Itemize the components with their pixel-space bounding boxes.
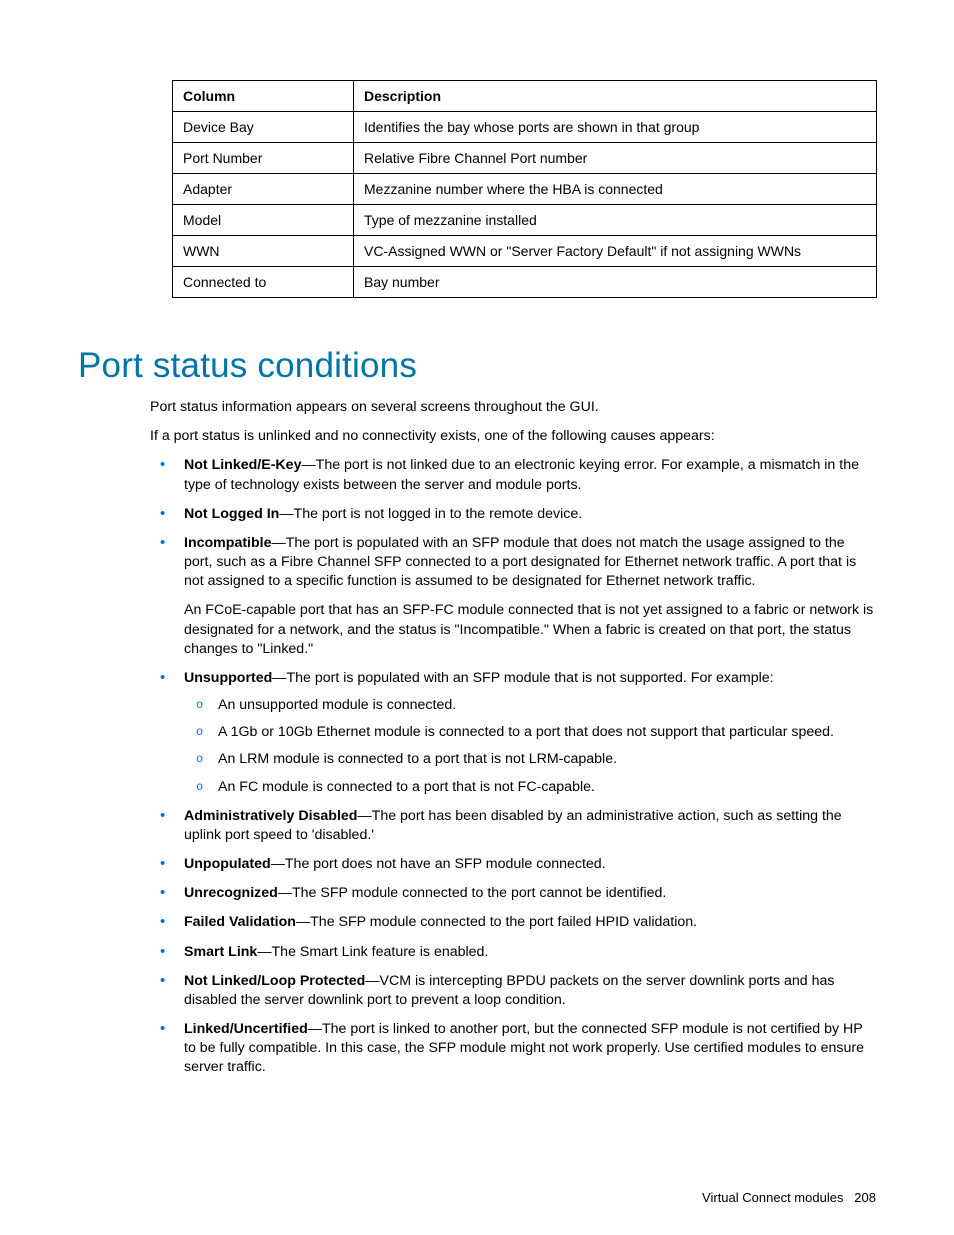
status-text: —The port is populated with an SFP modul… (184, 535, 856, 589)
table-cell: Port Number (173, 143, 354, 174)
status-text: —The SFP module connected to the port fa… (296, 914, 697, 930)
list-item: Not Linked/Loop Protected—VCM is interce… (150, 972, 876, 1010)
list-item: Incompatible—The port is populated with … (150, 534, 876, 659)
list-item: Smart Link—The Smart Link feature is ena… (150, 943, 876, 962)
table-cell: Connected to (173, 267, 354, 298)
sublist-item: An LRM module is connected to a port tha… (184, 750, 876, 769)
footer-page-number: 208 (854, 1190, 876, 1205)
table-cell: Adapter (173, 174, 354, 205)
table-row: WWN VC-Assigned WWN or "Server Factory D… (173, 236, 877, 267)
intro-paragraph-1: Port status information appears on sever… (150, 398, 876, 417)
list-item: Linked/Uncertified—The port is linked to… (150, 1020, 876, 1078)
unsupported-sublist: An unsupported module is connected. A 1G… (184, 696, 876, 797)
table-cell: Mezzanine number where the HBA is connec… (354, 174, 877, 205)
table-cell: Identifies the bay whose ports are shown… (354, 112, 877, 143)
footer-section: Virtual Connect modules (702, 1190, 843, 1205)
intro-paragraph-2: If a port status is unlinked and no conn… (150, 427, 876, 446)
list-item: Not Logged In—The port is not logged in … (150, 505, 876, 524)
list-item: Unpopulated—The port does not have an SF… (150, 855, 876, 874)
body-text: Port status information appears on sever… (150, 398, 876, 1078)
table-cell: WWN (173, 236, 354, 267)
sublist-item: An unsupported module is connected. (184, 696, 876, 715)
status-term: Unrecognized (184, 885, 278, 901)
status-term: Administratively Disabled (184, 808, 357, 824)
table-cell: Bay number (354, 267, 877, 298)
status-term: Smart Link (184, 944, 257, 960)
status-text: —The Smart Link feature is enabled. (257, 944, 488, 960)
column-description-table: Column Description Device Bay Identifies… (172, 80, 877, 298)
table-cell: Device Bay (173, 112, 354, 143)
table-row: Adapter Mezzanine number where the HBA i… (173, 174, 877, 205)
table-header-row: Column Description (173, 81, 877, 112)
table-row: Device Bay Identifies the bay whose port… (173, 112, 877, 143)
status-term: Not Logged In (184, 506, 279, 522)
status-term: Failed Validation (184, 914, 296, 930)
list-item: Failed Validation—The SFP module connect… (150, 913, 876, 932)
status-extra-paragraph: An FCoE-capable port that has an SFP-FC … (184, 601, 876, 659)
table-row: Connected to Bay number (173, 267, 877, 298)
status-term: Unpopulated (184, 856, 271, 872)
status-list: Not Linked/E-Key—The port is not linked … (150, 456, 876, 1077)
table-cell: Relative Fibre Channel Port number (354, 143, 877, 174)
table-row: Port Number Relative Fibre Channel Port … (173, 143, 877, 174)
table-header-column: Column (173, 81, 354, 112)
status-term: Not Linked/E-Key (184, 457, 301, 473)
status-text: —The port does not have an SFP module co… (271, 856, 606, 872)
status-term: Incompatible (184, 535, 272, 551)
table-cell: Type of mezzanine installed (354, 205, 877, 236)
list-item: Not Linked/E-Key—The port is not linked … (150, 456, 876, 494)
list-item: Unrecognized—The SFP module connected to… (150, 884, 876, 903)
status-text: —The port is not logged in to the remote… (279, 506, 582, 522)
table-header-description: Description (354, 81, 877, 112)
content-area: Column Description Device Bay Identifies… (0, 0, 954, 1078)
status-term: Not Linked/Loop Protected (184, 973, 365, 989)
page-footer: Virtual Connect modules 208 (702, 1190, 876, 1205)
table-row: Model Type of mezzanine installed (173, 205, 877, 236)
sublist-item: A 1Gb or 10Gb Ethernet module is connect… (184, 723, 876, 742)
status-text: —The SFP module connected to the port ca… (278, 885, 667, 901)
status-term: Linked/Uncertified (184, 1021, 308, 1037)
table-cell: VC-Assigned WWN or "Server Factory Defau… (354, 236, 877, 267)
list-item: Administratively Disabled—The port has b… (150, 807, 876, 845)
table-cell: Model (173, 205, 354, 236)
list-item: Unsupported—The port is populated with a… (150, 669, 876, 797)
document-page: Column Description Device Bay Identifies… (0, 0, 954, 1235)
status-text: —The port is populated with an SFP modul… (272, 670, 773, 686)
sublist-item: An FC module is connected to a port that… (184, 778, 876, 797)
section-heading: Port status conditions (78, 346, 876, 386)
status-term: Unsupported (184, 670, 272, 686)
